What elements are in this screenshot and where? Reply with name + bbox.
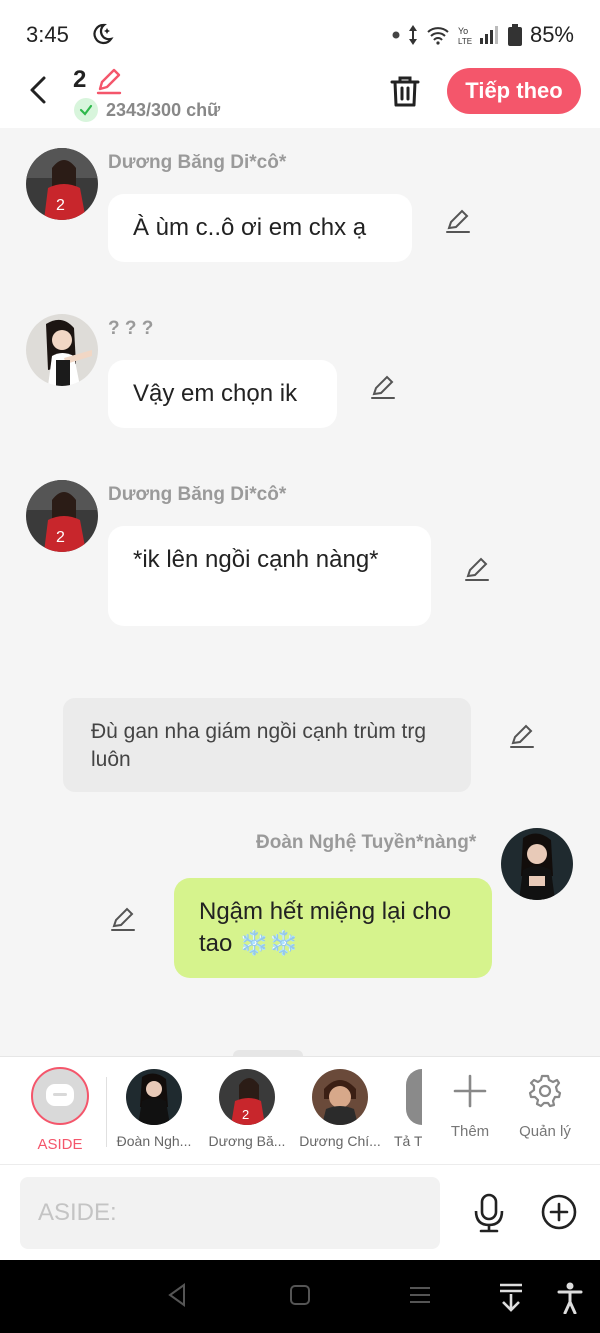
trash-icon xyxy=(390,76,420,107)
voice-button[interactable] xyxy=(470,1193,508,1233)
data-arrows-icon xyxy=(408,24,418,46)
divider xyxy=(106,1077,107,1147)
manage-label: Quản lý xyxy=(519,1123,571,1140)
character-name: Dương Bă... xyxy=(208,1133,286,1149)
status-time: 3:45 xyxy=(26,22,69,47)
aside-avatar xyxy=(31,1067,89,1125)
svg-text:2: 2 xyxy=(56,529,65,546)
edit-message-icon[interactable] xyxy=(109,904,137,932)
character-item[interactable]: Tả T xyxy=(388,1069,422,1149)
character-name: Đoàn Ngh... xyxy=(116,1133,192,1149)
message-icon xyxy=(46,1084,74,1106)
svg-text:Yo: Yo xyxy=(458,26,468,36)
signal-icon xyxy=(479,26,500,44)
manage-button[interactable]: Quản lý xyxy=(510,1071,580,1140)
edit-message-icon[interactable] xyxy=(463,554,491,582)
header: 2 2343/300 chữ Tiếp theo xyxy=(0,62,600,128)
message-sender: Dương Băng Di*cô* xyxy=(108,152,287,173)
status-bar: 3:45 Yo LTE 85% xyxy=(0,0,600,62)
check-icon xyxy=(74,98,98,122)
character-item[interactable]: 2 Dương Bă... xyxy=(202,1069,292,1149)
do-not-disturb-icon xyxy=(90,22,114,51)
add-button[interactable] xyxy=(540,1193,578,1233)
message-sender: ? ? ? xyxy=(108,318,154,339)
chat-area: 2 Dương Băng Di*cô* À ùm c..ô ơi em chx … xyxy=(0,128,600,1056)
input-bar xyxy=(0,1164,600,1260)
message-input[interactable] xyxy=(20,1177,440,1249)
edit-message-icon[interactable] xyxy=(444,206,472,234)
message-bubble[interactable]: À ùm c..ô ơi em chx ạ xyxy=(108,194,412,262)
chapter-number: 2 xyxy=(73,66,87,93)
gear-icon xyxy=(510,1071,580,1111)
wifi-icon xyxy=(426,25,450,45)
chevron-left-icon xyxy=(30,76,46,104)
plus-circle-icon xyxy=(541,1194,577,1230)
avatar xyxy=(126,1069,182,1125)
character-bar: ASIDE Đoàn Ngh... 2 Dương Bă... Dương Ch… xyxy=(0,1056,600,1164)
message-sender: Dương Băng Di*cô* xyxy=(108,484,287,505)
svg-text:LTE: LTE xyxy=(458,37,472,46)
avatar: 2 xyxy=(219,1069,275,1125)
svg-text:2: 2 xyxy=(242,1107,249,1122)
message-sender: Đoàn Nghệ Tuyền*nàng* xyxy=(256,832,477,853)
avatar[interactable] xyxy=(501,828,573,900)
character-name: Tả T xyxy=(394,1133,422,1149)
dot-icon xyxy=(392,31,400,39)
microphone-icon xyxy=(474,1193,504,1233)
character-name: Dương Chí... xyxy=(299,1133,381,1149)
volte-icon: Yo LTE xyxy=(458,24,472,46)
word-count: 2343/300 chữ xyxy=(106,99,221,120)
back-button[interactable] xyxy=(20,72,56,108)
edit-message-icon[interactable] xyxy=(369,372,397,400)
character-item[interactable]: Dương Chí... xyxy=(295,1069,385,1149)
nav-menu-icon[interactable] xyxy=(408,1282,432,1313)
avatar[interactable]: 2 xyxy=(26,480,98,552)
avatar[interactable]: 2 xyxy=(26,148,98,220)
status-icons: Yo LTE 85% xyxy=(392,22,574,48)
svg-text:2: 2 xyxy=(56,197,65,214)
accessibility-icon[interactable] xyxy=(557,1282,583,1319)
plus-icon xyxy=(435,1071,505,1111)
nav-back-icon[interactable] xyxy=(166,1282,188,1313)
add-label: Thêm xyxy=(450,1123,490,1140)
avatar[interactable] xyxy=(26,314,98,386)
delete-button[interactable] xyxy=(386,72,424,110)
edit-message-icon[interactable] xyxy=(508,721,536,749)
edit-title-icon[interactable] xyxy=(94,65,124,100)
aside-bubble[interactable]: Đù gan nha giám ngồi cạnh trùm trg luôn xyxy=(63,698,471,792)
next-button[interactable]: Tiếp theo xyxy=(447,68,581,114)
message-bubble[interactable]: Vậy em chọn ik xyxy=(108,360,337,428)
character-item[interactable]: Đoàn Ngh... xyxy=(109,1069,199,1149)
add-character-button[interactable]: Thêm xyxy=(435,1071,505,1140)
nav-home-icon[interactable] xyxy=(288,1282,312,1313)
battery-icon xyxy=(507,24,522,46)
word-count-row: 2343/300 chữ xyxy=(74,98,220,122)
system-nav-bar xyxy=(0,1260,600,1333)
aside-character-button[interactable]: ASIDE xyxy=(30,1067,90,1153)
battery-percent: 85% xyxy=(529,22,574,47)
message-bubble[interactable]: *ik lên ngồi cạnh nàng* xyxy=(108,526,431,626)
aside-label: ASIDE xyxy=(37,1136,83,1153)
message-bubble[interactable]: Ngậm hết miệng lại cho tao ❄️❄️ xyxy=(174,878,492,978)
avatar xyxy=(312,1069,368,1125)
avatar xyxy=(406,1069,422,1125)
nav-collapse-icon[interactable] xyxy=(497,1282,525,1319)
